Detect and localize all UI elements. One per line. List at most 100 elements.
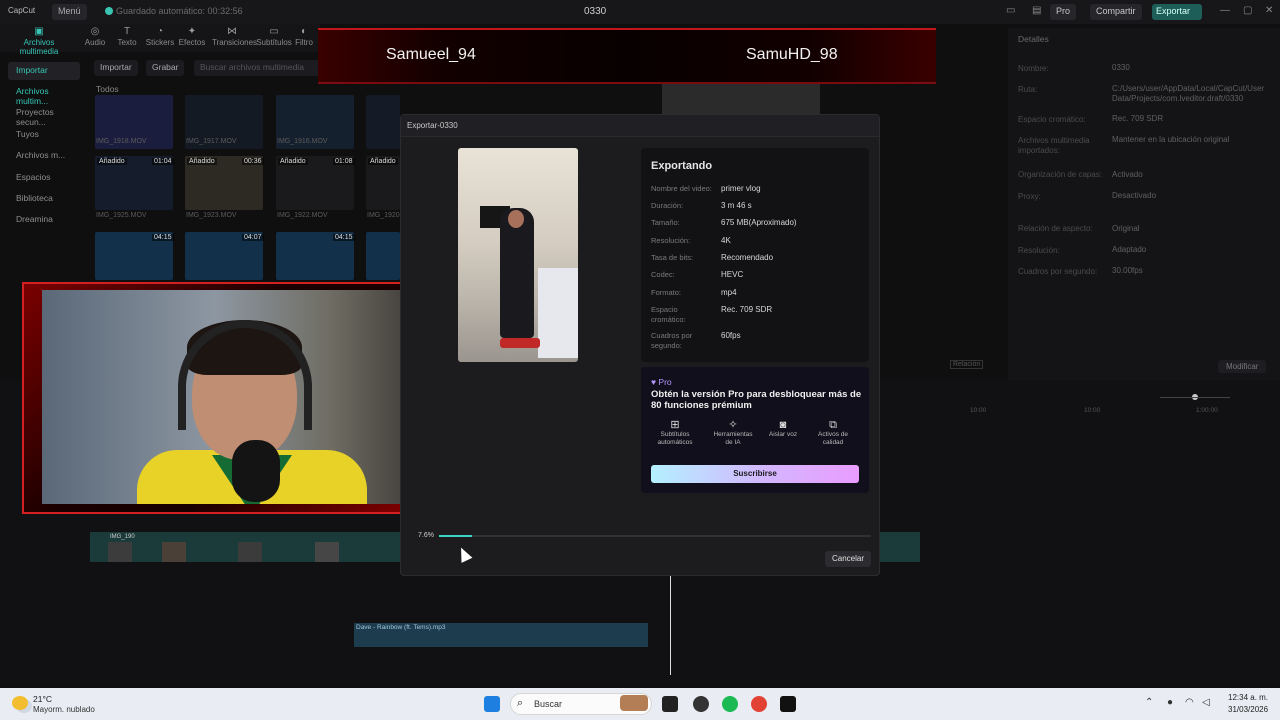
pro-headline: Obtén la versión Pro para desbloquear má… <box>651 389 862 411</box>
tool-captions[interactable]: ▭ Subtítulos <box>255 26 293 52</box>
widget-icon[interactable] <box>620 695 648 711</box>
export-info-panel: Exportando Nombre del video: primer vlog… <box>641 148 869 362</box>
windows-start-icon[interactable] <box>484 696 500 712</box>
microphone-tray-icon[interactable]: ● <box>1167 697 1173 708</box>
added-badge: Añadido <box>368 158 398 165</box>
details-title: Detalles <box>1018 34 1049 44</box>
capcut-icon[interactable] <box>780 696 796 712</box>
export-progress-bar <box>439 535 871 537</box>
export-button[interactable]: Exportar <box>1152 4 1202 20</box>
export-dialog: Exportar-0330 Exportando Nombre del vide… <box>400 114 880 576</box>
detail-label: Archivos multimedia importados: <box>1018 136 1090 155</box>
detail-label: Organización de capas: <box>1018 170 1103 179</box>
media-thumb-name: IMG_1916.MOV <box>277 138 328 145</box>
sidebar-item-yours[interactable]: Tuyos <box>8 126 80 144</box>
sidebar-item-media[interactable]: Archivos multim... <box>8 83 80 106</box>
tool-media[interactable]: ▣ Archivos multimedia <box>4 26 74 56</box>
weather-icon[interactable] <box>12 696 28 710</box>
info-label: Espacio cromático: <box>651 305 686 324</box>
duration-badge: 01:08 <box>333 158 355 165</box>
info-value: 3 m 46 s <box>721 201 752 210</box>
dialog-header <box>401 115 879 137</box>
clip-thumb <box>108 542 132 562</box>
filter-icon: ◐ <box>300 26 308 37</box>
info-value: Recomendado <box>721 253 774 262</box>
minimize-icon[interactable]: — <box>1220 5 1230 16</box>
added-badge: Añadido <box>187 158 217 165</box>
assets-icon: ⧉ <box>829 419 837 431</box>
zoom-slider-track[interactable] <box>1160 397 1230 398</box>
windows-taskbar: 21°C Mayorm. nublado ⌕ Buscar ⌃ ● ◠ ◁ 12… <box>0 688 1280 720</box>
details-panel: Detalles Nombre: 0330 Ruta: C:/Users/use… <box>1008 28 1280 380</box>
share-button[interactable]: Compartir <box>1090 4 1142 20</box>
timeline-tick: 1:00:00 <box>1196 407 1218 414</box>
aspect-ratio-button[interactable]: Relación <box>950 360 984 369</box>
feature-auto-captions: ⊞ Subtítulos automáticos <box>651 420 699 447</box>
clock-time[interactable]: 12:34 a. m. <box>1228 693 1268 702</box>
audio-clip-label: Dave - Rainbow (ft. Tems).mp3 <box>356 624 446 631</box>
media-thumb-name: IMG_1918.MOV <box>96 138 147 145</box>
chevron-up-icon[interactable]: ⌃ <box>1145 697 1153 708</box>
tool-label: Efectos <box>178 38 206 47</box>
tool-transitions[interactable]: ⋈ Transiciones <box>212 26 257 52</box>
sidebar-item-media-2[interactable]: Archivos m... <box>8 147 80 165</box>
media-thumb[interactable] <box>366 232 400 280</box>
pro-button[interactable]: Pro <box>1050 4 1077 20</box>
webcam-overlay <box>22 282 442 514</box>
media-thumb-name: IMG_1923.MOV <box>186 212 237 219</box>
clock-date[interactable]: 31/03/2026 <box>1228 705 1268 714</box>
audio-track[interactable]: Dave - Rainbow (ft. Tems).mp3 <box>354 623 648 647</box>
chrome-icon[interactable] <box>751 696 767 712</box>
subscribe-button[interactable]: Suscribirse <box>651 465 859 483</box>
menu-button[interactable]: Menú <box>52 4 87 20</box>
volume-icon[interactable]: ◁ <box>1202 697 1210 708</box>
detail-label: Resolución: <box>1018 246 1060 255</box>
pro-badge-label: Pro <box>658 377 672 387</box>
import-button[interactable]: Importar <box>94 60 138 76</box>
detail-label: Relación de aspecto: <box>1018 224 1093 233</box>
wifi-icon[interactable]: ◠ <box>1185 697 1194 708</box>
close-icon[interactable]: ✕ <box>1265 5 1273 16</box>
duration-badge: 00:36 <box>242 158 264 165</box>
info-label: Duración: <box>651 201 684 210</box>
layout-icon[interactable]: ▭ <box>1006 5 1015 16</box>
thumb-bed <box>538 268 578 358</box>
app-icon[interactable] <box>693 696 709 712</box>
media-thumb[interactable] <box>366 95 400 149</box>
task-view-icon[interactable] <box>662 696 678 712</box>
thumb-shoes <box>500 338 540 348</box>
detail-value: 30.00fps <box>1112 266 1143 275</box>
main-toolbar: ▣ Archivos multimedia ◎ Audio T Texto ◔ Stic… <box>0 24 320 56</box>
spotify-icon[interactable] <box>722 696 738 712</box>
banner-left-name: Samueel_94 <box>386 46 476 63</box>
effects-icon: ✦ <box>187 26 197 37</box>
sidebar-item-library[interactable]: Biblioteca <box>8 190 80 208</box>
duration-badge: 04:07 <box>242 234 264 241</box>
modify-button[interactable]: Modificar <box>1218 360 1267 373</box>
sidebar-item-subprojects[interactable]: Proyectos secun... <box>8 104 80 127</box>
tool-filter[interactable]: ◐ Filtro <box>292 26 316 52</box>
panel-icon[interactable]: ▤ <box>1032 5 1041 16</box>
sidebar-item-dreamina[interactable]: Dreamina <box>8 211 80 229</box>
search-icon: ⌕ <box>517 697 524 709</box>
sidebar-item-import[interactable]: Importar <box>8 62 80 80</box>
sidebar-item-spaces[interactable]: Espacios <box>8 169 80 187</box>
weather-desc[interactable]: Mayorm. nublado <box>33 705 95 714</box>
cancel-button[interactable]: Cancelar <box>825 551 871 567</box>
media-icon: ▣ <box>34 26 44 37</box>
maximize-icon[interactable]: ▢ <box>1243 5 1252 16</box>
tool-label: Transiciones <box>212 38 258 47</box>
info-label: Resolución: <box>651 236 691 245</box>
media-thumb-name: IMG_1922.MOV <box>277 212 328 219</box>
detail-value: Adaptado <box>1112 245 1147 254</box>
tool-effects[interactable]: ✦ Efectos <box>173 26 211 52</box>
weather-temp[interactable]: 21°C <box>33 694 52 704</box>
export-status: Exportando <box>651 160 713 172</box>
record-button[interactable]: Grabar <box>146 60 185 76</box>
title-bar: CapCut Menú Guardado automático: 00:32:5… <box>0 0 1280 24</box>
thumb-head <box>508 210 524 228</box>
pro-badge: ♥ Pro <box>651 377 672 387</box>
export-progress-fill <box>439 535 472 537</box>
detail-value: Desactivado <box>1112 191 1157 200</box>
info-value: mp4 <box>721 288 737 297</box>
